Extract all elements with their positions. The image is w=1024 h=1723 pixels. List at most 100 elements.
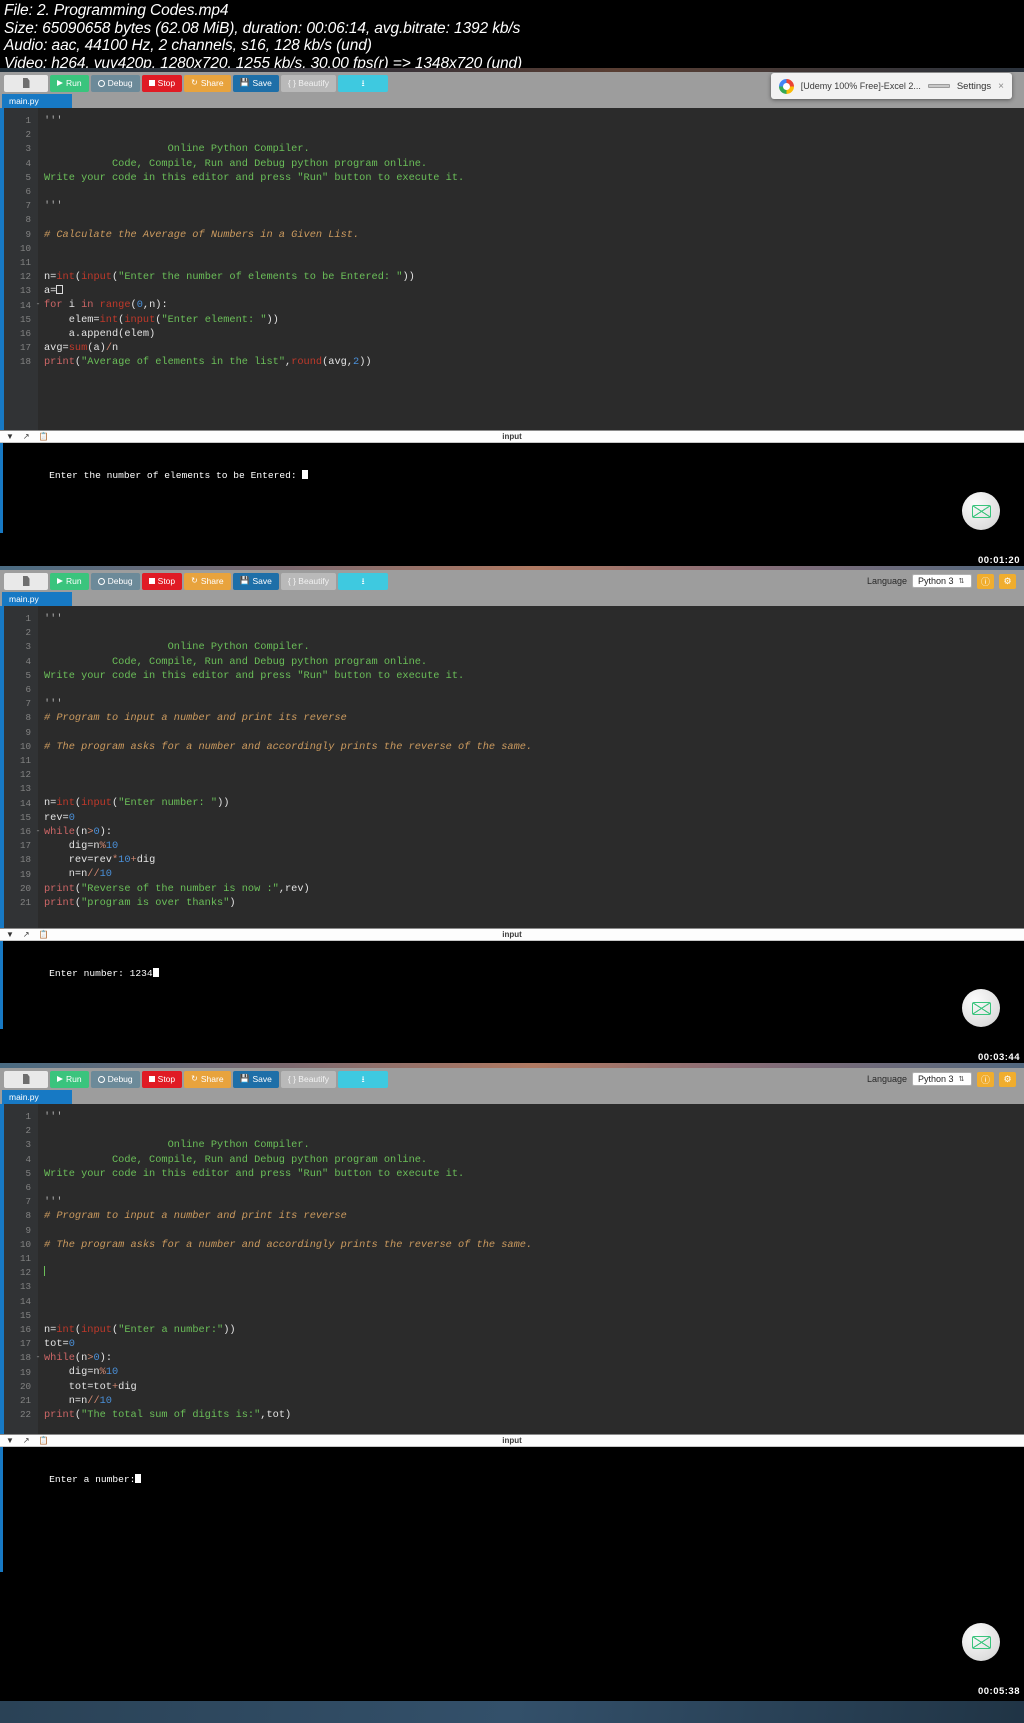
new-file-button-2[interactable] [4,572,48,590]
code-editor-1[interactable]: 1 2 3 4 5 6 7 8 9 10 11 12 13 14 15 16 17 18 ''' Online P… [0,108,1024,430]
download-button[interactable]: ⭳ [338,74,389,92]
line-number: 4 [25,655,31,667]
tabstrip-3: main.py [0,1090,1024,1104]
stop-button-2[interactable]: Stop [141,572,183,590]
code-line: print("program is over thanks") [44,896,236,909]
close-icon[interactable]: × [998,81,1004,92]
debug-button-3[interactable]: Debug [90,1070,140,1088]
share-button-2[interactable]: ↻ Share [184,572,231,590]
line-number: 12 [19,271,31,283]
gear-button-2[interactable]: ⚙ [999,573,1016,589]
stop-button-3[interactable]: Stop [141,1070,183,1088]
save-button-2[interactable]: 💾 Save [232,572,279,590]
code-line: # Calculate the Average of Numbers in a … [44,228,360,241]
new-file-button-3[interactable] [4,1070,48,1088]
chrome-icon [778,78,794,94]
line-number: 3 [25,143,31,155]
fold-marker-icon[interactable]: - [34,1351,42,1365]
stop-icon [148,578,155,584]
beautify-button-2[interactable]: { } Beautify [280,572,337,590]
meta-audio-line: Audio: aac, 44100 Hz, 2 channels, s16, 1… [4,37,372,55]
code-editor-3[interactable]: 1 2 3 4 5 6 7 8 9 10 11 12 13 14 15 16 17 18 19 20 21 22 ''' … [0,1104,1024,1434]
code-line: - for i in range(0,n): [35,299,168,312]
video-frame-3: Run Debug Stop ↻ Share 💾 Save { } Beautify… [0,1063,1024,1723]
code-line: rev=rev*10+dig [44,854,156,867]
download-icon: ⭳ [361,1073,365,1084]
stop-label: Stop [157,575,176,586]
code-line: print("Reverse of the number is now :",r… [44,882,310,895]
code-content-3[interactable]: ''' Online Python Compiler. Code, Compil… [36,1104,1024,1434]
line-number: 9 [25,726,31,738]
info-button-2[interactable]: ⓘ [977,573,994,589]
run-button[interactable]: Run [50,74,89,92]
console-accent-bar [0,941,3,1029]
line-number: 11 [19,257,31,269]
mail-floating-button-3[interactable] [962,1623,1000,1661]
mail-floating-button-1[interactable] [962,492,1000,530]
meta-file-line: File: 2. Programming Codes.mp4 [4,2,229,19]
share-button[interactable]: ↻ Share [184,74,231,92]
download-icon: ⭳ [361,575,365,586]
line-number: 17 [19,840,31,852]
beautify-button-3[interactable]: { } Beautify [280,1070,337,1088]
info-button-3[interactable]: ⓘ [977,1071,994,1087]
code-line: n=n//10 [44,868,112,881]
debug-button-2[interactable]: Debug [90,572,140,590]
language-label-3: Language [866,1074,907,1084]
minimize-icon[interactable] [927,84,950,88]
line-number: 8 [25,214,31,226]
line-number: 8 [25,712,31,724]
console-output-2[interactable]: Enter number: 1234 [0,941,1024,1029]
line-number-gutter-2: 1 2 3 4 5 6 7 8 9 10 11 12 13 14 15 16 17 18 19 20 21 [4,606,38,928]
fold-marker-icon[interactable]: - [34,298,42,312]
beautify-button[interactable]: { } Beautify [280,74,337,92]
save-button[interactable]: 💾 Save [232,74,279,92]
tab-main-py[interactable]: main.py [2,94,72,108]
line-number: 15 [19,313,31,325]
run-button-2[interactable]: Run [50,572,89,590]
code-line: # The program asks for a number and acco… [44,1238,533,1251]
language-select-3[interactable]: Python 3 ⇅ [912,1072,972,1086]
tab-main-py-3[interactable]: main.py [2,1090,72,1104]
line-number: 15 [19,811,31,823]
play-icon [57,578,63,584]
console-label-3: input [502,1436,522,1445]
language-label-2: Language [866,576,907,586]
console-output-3[interactable]: Enter a number: [0,1447,1024,1572]
download-button-2[interactable]: ⭳ [338,572,389,590]
code-editor-2[interactable]: 1 2 3 4 5 6 7 8 9 10 11 12 13 14 15 16 17 18 19 20 21 ''' On… [0,606,1024,928]
code-line: Online Python Compiler. [44,641,310,654]
download-button-3[interactable]: ⭳ [338,1070,389,1088]
console-output-1[interactable]: Enter the number of elements to be Enter… [0,443,1024,533]
code-line: ''' [44,698,63,711]
code-line: ''' [44,613,63,625]
toast-settings-link[interactable]: Settings [957,81,991,92]
line-number: 6 [25,684,31,696]
new-file-button[interactable] [4,74,48,92]
stop-button[interactable]: Stop [141,74,183,92]
gear-button-3[interactable]: ⚙ [999,1071,1016,1087]
share-button-3[interactable]: ↻ Share [184,1070,231,1088]
save-button-3[interactable]: 💾 Save [232,1070,279,1088]
fold-marker-icon[interactable]: - [34,825,42,839]
mail-floating-button-2[interactable] [962,989,1000,1027]
debug-button[interactable]: Debug [90,74,140,92]
line-number: 18 [19,356,31,368]
run-button-3[interactable]: Run [50,1070,89,1088]
toolbar-right-3: Language Python 3 ⇅ ⓘ ⚙ [866,1071,1020,1087]
line-number: 20 [19,1380,31,1392]
language-select-2[interactable]: Python 3 ⇅ [912,574,972,588]
share-label: Share [200,1073,224,1084]
compiler-window-2: Run Debug Stop ↻ Share 💾 Save { } Beautify… [0,570,1024,1029]
code-line: rev=0 [44,811,75,824]
chrome-notification-toast[interactable]: [Udemy 100% Free]-Excel 2... Settings × [770,73,1012,99]
code-content-1[interactable]: ''' Online Python Compiler. Code, Compil… [35,108,1024,430]
code-content-2[interactable]: ''' Online Python Compiler. Code, Compil… [36,606,1024,928]
tab-main-py-2[interactable]: main.py [2,592,72,606]
